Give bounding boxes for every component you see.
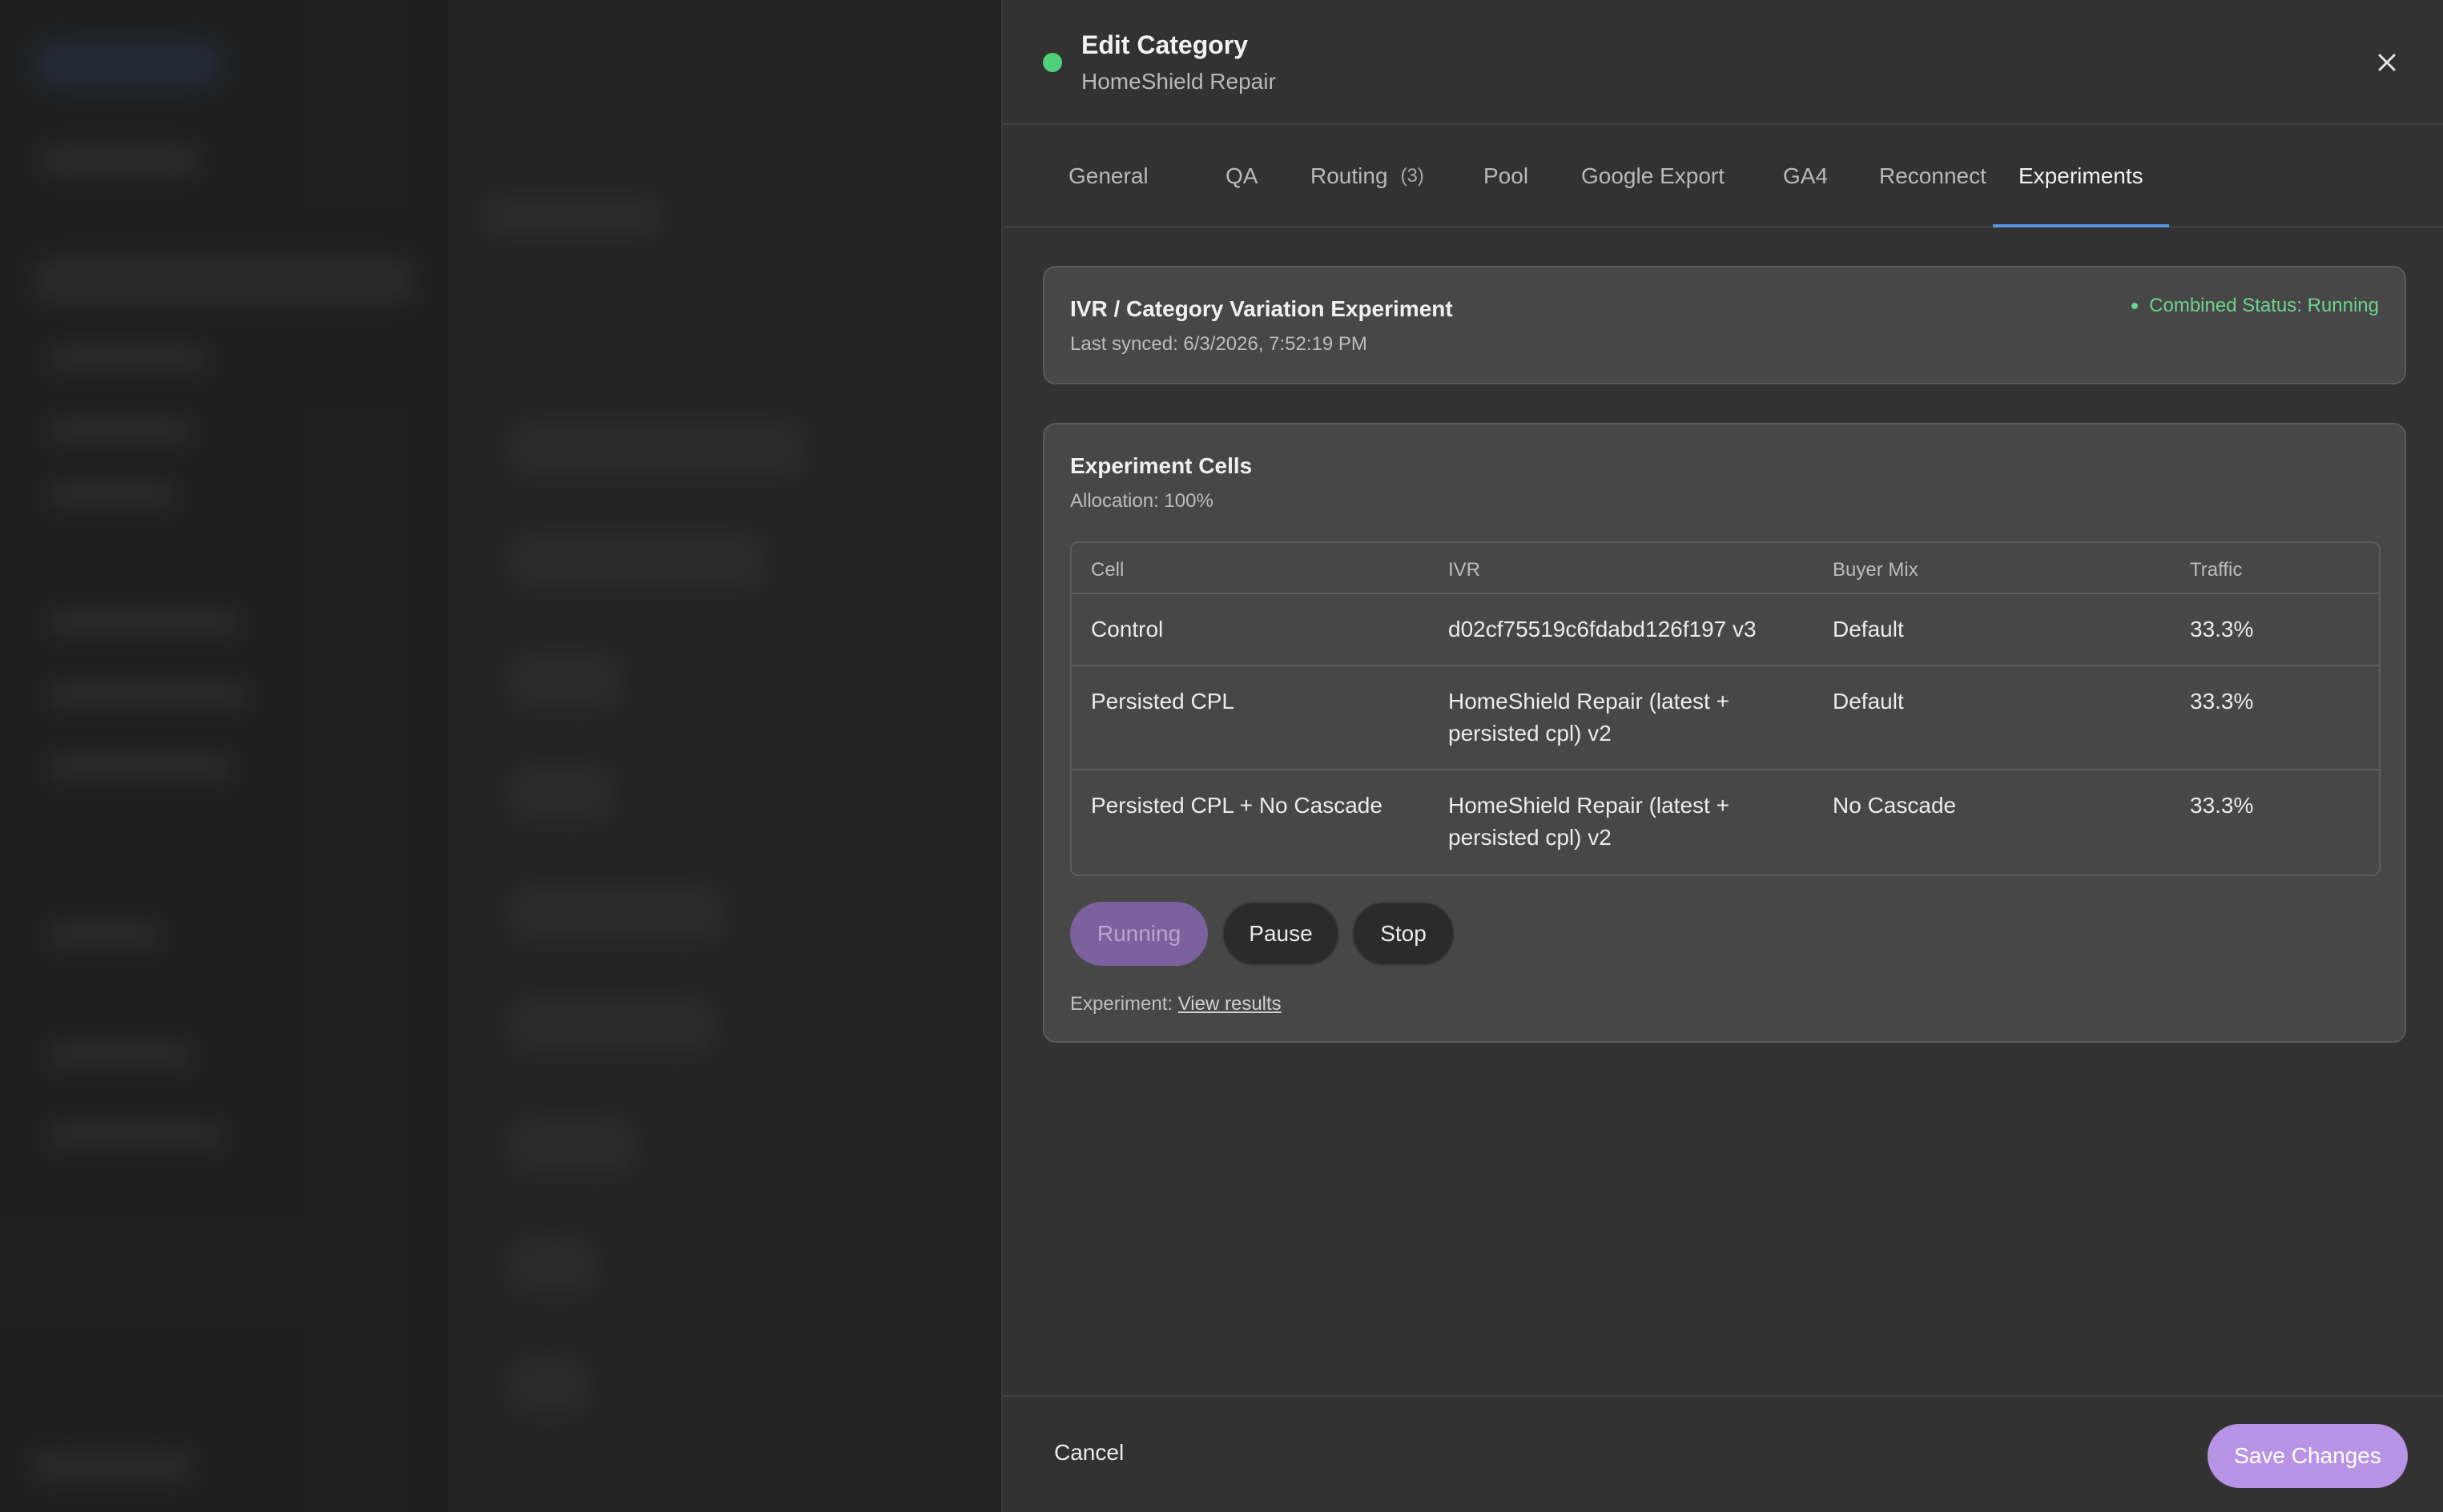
cancel-button[interactable]: Cancel	[1054, 1440, 1124, 1466]
experiment-cells-card: Experiment Cells Allocation: 100% Cell I…	[1043, 423, 2406, 1043]
last-synced: Last synced: 6/3/2026, 7:52:19 PM	[1070, 333, 1367, 355]
tab-label: GA4	[1783, 163, 1829, 188]
tab-bar: General QA Routing (3) Pool Google Export…	[1003, 127, 2443, 227]
combined-status-text: Combined Status: Running	[2149, 295, 2379, 316]
tab-label: Experiments	[2018, 163, 2143, 188]
column-header-ivr: IVR	[1448, 559, 1481, 581]
cell-buyer-mix: Default	[1833, 617, 1904, 641]
cell-ivr: HomeShield Repair (latest + persisted cp…	[1448, 689, 1729, 746]
tab-pool[interactable]: Pool	[1458, 127, 1554, 226]
experiment-link-row: Experiment: View results	[1070, 993, 1282, 1015]
table-row: Persisted CPL HomeShield Repair (latest …	[1072, 666, 2379, 770]
tab-label: Routing	[1310, 163, 1388, 188]
cell-traffic: 33.3%	[2190, 689, 2254, 714]
tab-experiments[interactable]: Experiments	[1993, 127, 2169, 227]
cell-name: Control	[1091, 617, 1164, 641]
column-header-traffic: Traffic	[2190, 559, 2243, 581]
drawer-subtitle: HomeShield Repair	[1081, 69, 1276, 94]
status-dot	[1043, 53, 1062, 72]
modal-backdrop[interactable]	[0, 0, 1001, 1512]
running-button[interactable]: Running	[1070, 902, 1208, 966]
tab-ga4[interactable]: GA4	[1757, 127, 1853, 226]
background-app	[0, 0, 1001, 1512]
view-results-link[interactable]: View results	[1178, 993, 1282, 1015]
drawer-header: Edit Category HomeShield Repair	[1003, 0, 2443, 125]
combined-status-badge: Combined Status: Running	[2131, 295, 2379, 317]
experiment-title: IVR / Category Variation Experiment	[1070, 296, 1453, 321]
drawer-title: Edit Category	[1081, 30, 1249, 59]
edit-category-drawer: Edit Category HomeShield Repair General …	[1001, 0, 2443, 1512]
experiment-summary-card: IVR / Category Variation Experiment Last…	[1043, 266, 2406, 384]
allocation: Allocation: 100%	[1070, 490, 1213, 512]
tab-label: Google Export	[1581, 163, 1725, 188]
cell-name: Persisted CPL + No Cascade	[1091, 793, 1382, 818]
cell-buyer-mix: No Cascade	[1833, 793, 1957, 818]
table-header: Cell IVR Buyer Mix Traffic	[1072, 543, 2379, 594]
tab-google-export[interactable]: Google Export	[1556, 127, 1750, 226]
cells-title: Experiment Cells	[1070, 453, 1253, 478]
table-row: Persisted CPL + No Cascade HomeShield Re…	[1072, 770, 2379, 875]
tab-label: QA	[1226, 163, 1258, 188]
cell-name: Persisted CPL	[1091, 689, 1234, 714]
close-button[interactable]	[2368, 43, 2406, 82]
table-row: Control d02cf75519c6fdabd126f197 v3 Defa…	[1072, 594, 2379, 666]
tab-label: General	[1069, 163, 1149, 188]
experiment-label: Experiment:	[1070, 993, 1173, 1015]
drawer-footer: Cancel Save Changes	[1003, 1395, 2443, 1512]
cells-table: Cell IVR Buyer Mix Traffic Control d02cf…	[1070, 541, 2381, 876]
cell-traffic: 33.3%	[2190, 617, 2254, 641]
tab-routing[interactable]: Routing (3)	[1285, 127, 1450, 226]
column-header-buyer-mix: Buyer Mix	[1833, 559, 1918, 581]
tab-general[interactable]: General	[1043, 127, 1174, 226]
close-icon	[2378, 54, 2396, 71]
tab-reconnect[interactable]: Reconnect	[1853, 127, 2012, 226]
pause-button[interactable]: Pause	[1222, 902, 1339, 966]
tab-qa[interactable]: QA	[1200, 127, 1283, 226]
cell-buyer-mix: Default	[1833, 689, 1904, 714]
cell-traffic: 33.3%	[2190, 793, 2254, 818]
tab-label: Pool	[1483, 163, 1529, 188]
tab-count: (3)	[1400, 165, 1424, 187]
status-dot-icon	[2131, 303, 2139, 309]
cell-ivr: HomeShield Repair (latest + persisted cp…	[1448, 793, 1729, 850]
cell-ivr: d02cf75519c6fdabd126f197 v3	[1448, 617, 1757, 641]
stop-button[interactable]: Stop	[1352, 902, 1455, 966]
save-changes-button[interactable]: Save Changes	[2208, 1424, 2408, 1488]
tab-label: Reconnect	[1879, 163, 1986, 188]
column-header-cell: Cell	[1091, 559, 1125, 581]
